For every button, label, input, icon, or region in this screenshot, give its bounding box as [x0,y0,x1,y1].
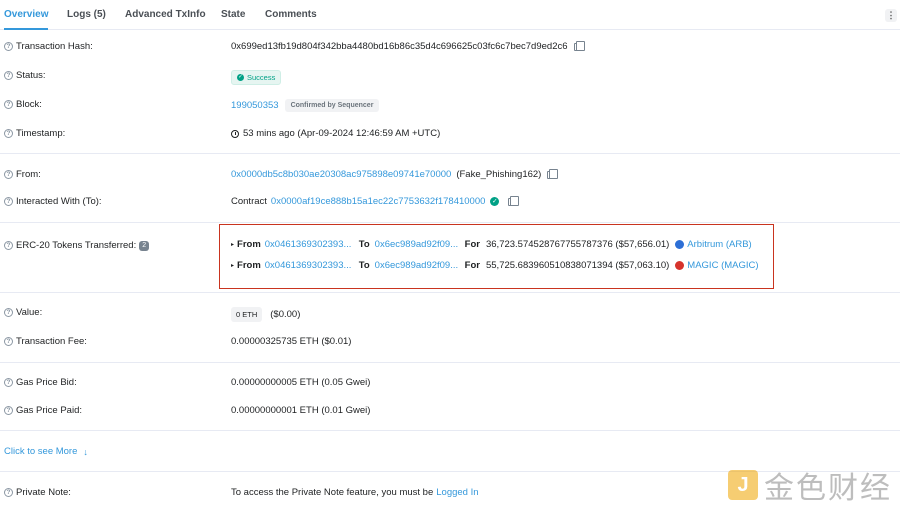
arbitrum-token-icon [675,240,685,249]
tab-overview[interactable]: Overview [4,0,49,30]
token-transfers-box: ▸ From 0x0461369302393... To 0x6ec989ad9… [219,224,774,289]
more-options-icon[interactable]: ⋮ [885,9,897,22]
logged-in-link[interactable]: Logged In [436,487,478,498]
contract-prefix: Contract [231,196,267,207]
see-more-link[interactable]: Click to see More ↓ [4,446,88,457]
help-icon[interactable]: ? [4,488,13,497]
transfer-from-link[interactable]: 0x0461369302393... [265,260,357,271]
block-value-wrap: 199050353 Confirmed by Sequencer [231,99,380,112]
fee-value: 0.00000325735 ETH ($0.01) [231,336,352,347]
gas-bid-label: ? Gas Price Bid: [4,377,77,388]
tab-comments[interactable]: Comments [265,0,317,30]
transfer-to-link[interactable]: 0x6ec989ad92f09... [375,260,460,271]
help-icon[interactable]: ? [4,308,13,317]
divider [0,430,900,431]
confirmed-badge: Confirmed by Sequencer [284,99,380,112]
watermark: J 金色财经 [728,463,892,507]
caret-right-icon: ▸ [231,242,235,248]
to-address-link[interactable]: 0x0000af19ce888b15a1ec22c7753632f1784100… [271,196,485,207]
gas-paid-value: 0.00000000001 ETH (0.01 Gwei) [231,405,371,416]
help-icon[interactable]: ? [4,406,13,415]
divider [0,292,900,293]
transfer-from-link[interactable]: 0x0461369302393... [265,239,357,250]
from-name-tag: (Fake_Phishing162) [456,169,542,180]
timestamp-label: ? Timestamp: [4,128,65,139]
to-label: ? Interacted With (To): [4,196,102,207]
watermark-logo-icon: J [728,470,758,500]
transfer-amount: 55,725.683960510838071394 ($57,063.10) [485,260,670,271]
tab-state[interactable]: State [221,0,245,30]
gas-paid-label: ? Gas Price Paid: [4,405,82,416]
tab-advanced-txinfo[interactable]: Advanced TxInfo [125,0,206,30]
copy-icon[interactable] [547,168,559,179]
token-transfer-row: ▸ From 0x0461369302393... To 0x6ec989ad9… [231,260,759,271]
magic-token-icon [675,261,685,270]
value-label: ? Value: [4,307,42,318]
check-circle-icon: ✓ [237,74,244,81]
eth-value-pill: 0 ETH [231,307,263,322]
erc20-label: ? ERC-20 Tokens Transferred: 2 [4,240,150,251]
help-icon[interactable]: ? [4,129,13,138]
status-label: ? Status: [4,70,46,81]
help-icon[interactable]: ? [4,197,13,206]
watermark-text: 金色财经 [764,471,892,506]
from-label: ? From: [4,169,41,180]
value-usd: ($0.00) [270,309,301,320]
to-value-wrap: Contract 0x0000af19ce888b15a1ec22c775363… [231,195,520,207]
token-transfer-row: ▸ From 0x0461369302393... To 0x6ec989ad9… [231,239,752,250]
timestamp-value: 53 mins ago (Apr-09-2024 12:46:59 AM +UT… [243,128,441,139]
help-icon[interactable]: ? [4,42,13,51]
help-icon[interactable]: ? [4,337,13,346]
tab-logs[interactable]: Logs (5) [67,0,106,30]
block-number-link[interactable]: 199050353 [231,100,279,111]
copy-icon[interactable] [573,40,585,51]
clock-icon [231,129,239,138]
help-icon[interactable]: ? [4,170,13,179]
hash-label: ? Transaction Hash: [4,41,93,52]
arrow-down-icon: ↓ [83,446,88,457]
help-icon[interactable]: ? [4,100,13,109]
private-note-value: To access the Private Note feature, you … [231,487,479,498]
verified-check-icon: ✓ [490,197,500,206]
from-value-wrap: 0x0000db5c8b030ae20308ac975898e09741e700… [231,168,559,180]
caret-right-icon: ▸ [231,263,235,269]
fee-label: ? Transaction Fee: [4,336,87,347]
token-link[interactable]: Arbitrum (ARB) [687,239,751,250]
timestamp-value-wrap: 53 mins ago (Apr-09-2024 12:46:59 AM +UT… [231,128,440,139]
divider [0,362,900,363]
private-note-label: ? Private Note: [4,487,71,498]
transfer-to-link[interactable]: 0x6ec989ad92f09... [375,239,460,250]
divider [0,222,900,223]
help-icon[interactable]: ? [4,241,13,250]
gas-bid-value: 0.00000000005 ETH (0.05 Gwei) [231,377,371,388]
erc20-count-badge: 2 [139,240,150,251]
from-address-link[interactable]: 0x0000db5c8b030ae20308ac975898e09741e700… [231,169,451,180]
transaction-hash: 0x699ed13fb19d804f342bba4480bd16b86c35d4… [231,41,568,52]
status-badge: ✓ Success [231,70,282,85]
tab-bar: Overview Logs (5) Advanced TxInfo State … [0,0,900,30]
help-icon[interactable]: ? [4,378,13,387]
hash-value-wrap: 0x699ed13fb19d804f342bba4480bd16b86c35d4… [231,40,585,52]
transfer-amount: 36,723.574528767755787376 ($57,656.01) [485,239,670,250]
value-wrap: 0 ETH ($0.00) [231,307,300,322]
status-value-wrap: ✓ Success [231,70,282,85]
block-label: ? Block: [4,99,42,110]
copy-icon[interactable] [508,195,520,206]
token-link[interactable]: MAGIC (MAGIC) [687,260,758,271]
help-icon[interactable]: ? [4,71,13,80]
divider [0,153,900,154]
